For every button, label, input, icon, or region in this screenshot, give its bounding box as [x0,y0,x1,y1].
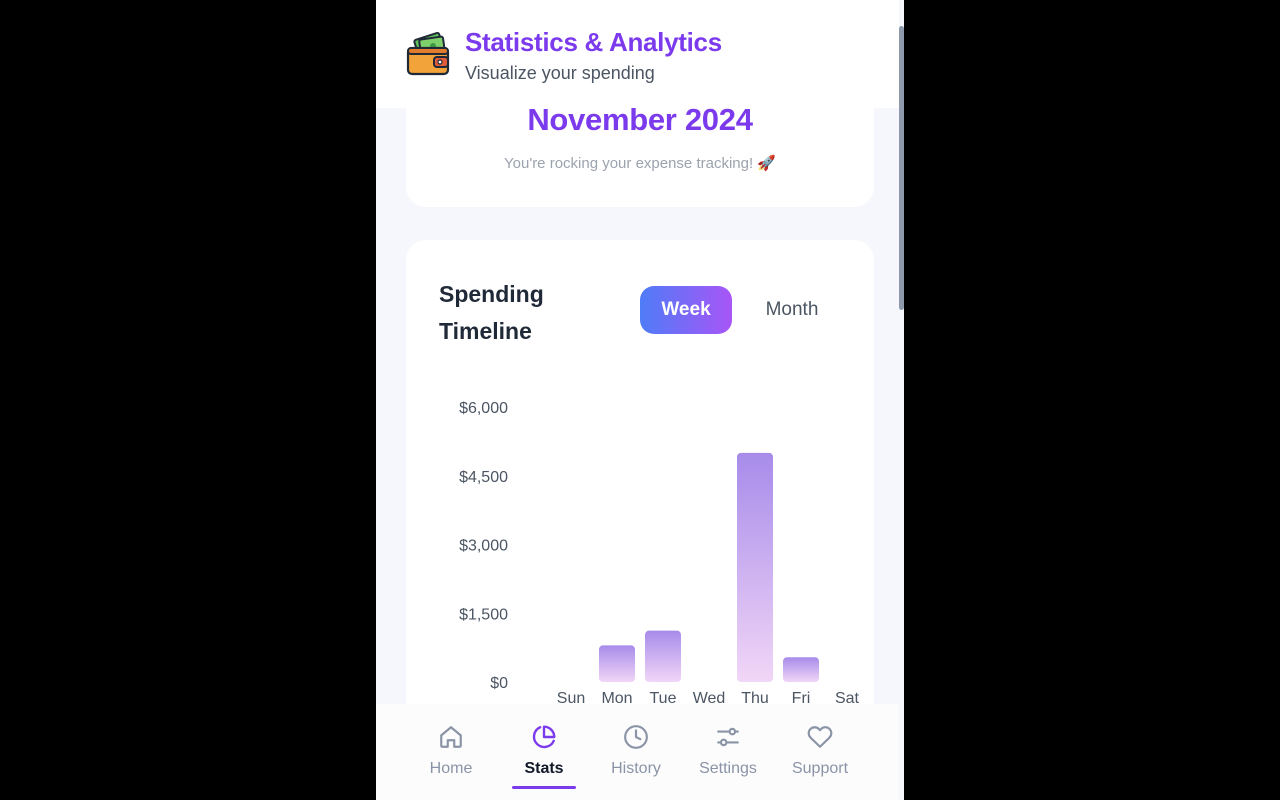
bar-thu[interactable] [737,452,773,682]
nav-history-label: History [611,760,661,777]
spending-timeline-card: Spending Timeline Week Month $6,000 $4,50… [406,240,874,760]
nav-support[interactable]: Support [774,704,866,800]
bar-mon[interactable] [599,645,635,682]
active-tab-indicator [512,786,576,789]
bottom-navigation: Home Stats History Settings Support [376,704,899,800]
encouragement-message: You're rocking your expense tracking! 🚀 [504,155,776,172]
nav-stats-label: Stats [524,760,564,777]
clock-icon [624,725,648,749]
pie-chart-icon [532,725,556,749]
spending-bar-chart: $6,000$4,500$3,000$1,500$0 Sun Mon Tue Wed T… [459,400,860,707]
nav-home-label: Home [429,760,473,777]
scrollbar[interactable] [899,26,904,310]
home-icon [440,726,462,748]
wallet-icon [406,32,450,76]
y-tick-label: $0 [490,675,508,692]
app-header: Statistics & Analytics Visualize your sp… [376,0,899,108]
nav-settings-label: Settings [699,760,757,777]
sliders-icon [717,727,739,747]
bar-fri[interactable] [783,657,819,682]
y-tick-label: $4,500 [459,469,508,486]
y-tick-label: $3,000 [459,538,508,555]
y-tick-label: $1,500 [459,606,508,623]
bar-tue[interactable] [645,630,681,682]
nav-settings[interactable]: Settings [682,704,774,800]
nav-home[interactable]: Home [405,704,497,800]
app-screen: November 2024 You're rocking your expens… [376,0,904,800]
page-title: Statistics & Analytics [465,27,722,57]
heart-icon [807,726,833,748]
nav-support-label: Support [791,760,849,777]
page-subtitle: Visualize your spending [465,63,655,83]
nav-history[interactable]: History [590,704,682,800]
y-tick-label: $6,000 [459,400,508,417]
